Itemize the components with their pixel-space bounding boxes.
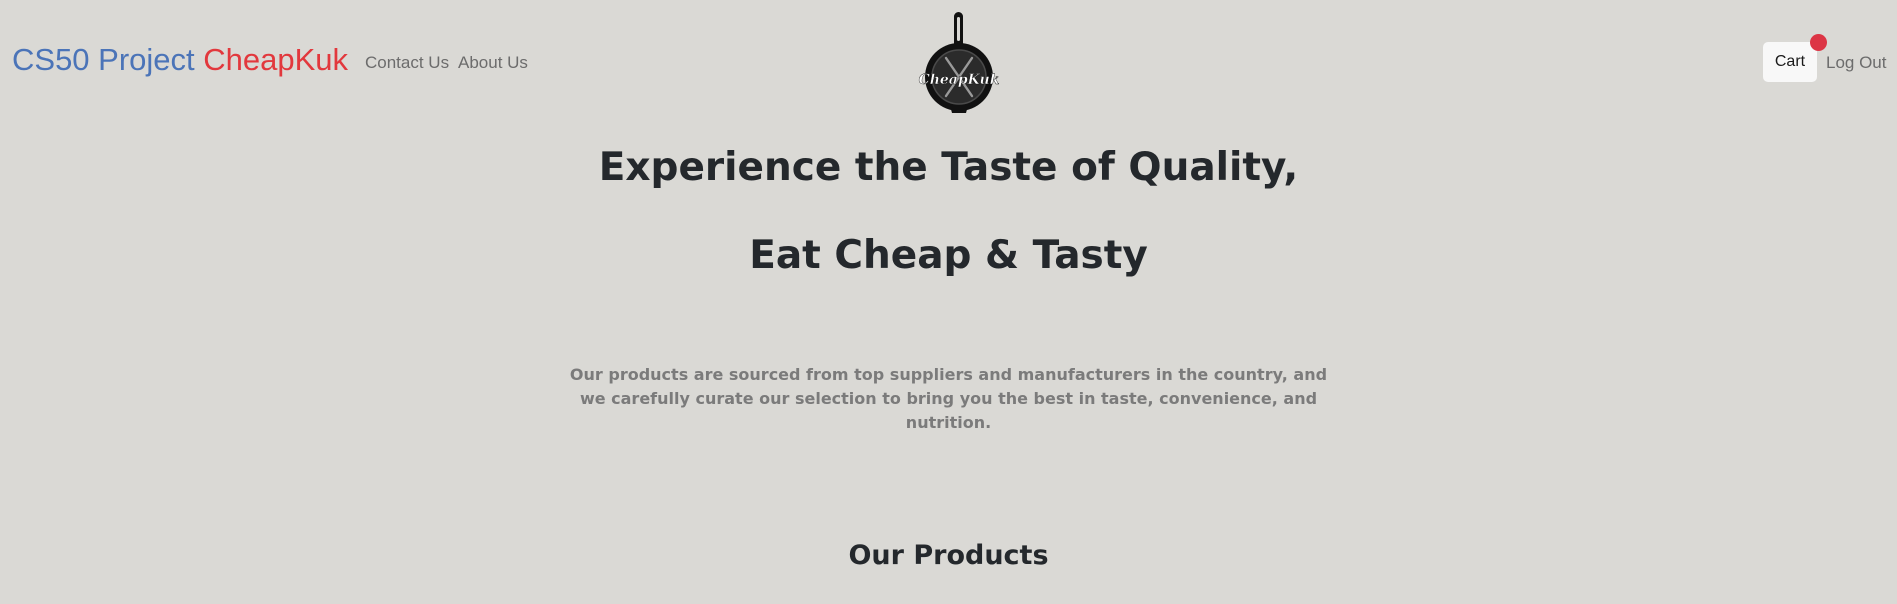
cart-notification-badge: [1810, 34, 1827, 51]
brand-link[interactable]: CS50 Project CheapKuk: [12, 40, 348, 80]
logout-link[interactable]: Log Out: [1826, 52, 1887, 74]
hero-tagline: Our products are sourced from top suppli…: [569, 365, 1328, 432]
frying-pan-logo-icon[interactable]: CheapKuk: [918, 8, 1000, 116]
nav-link-contact-us[interactable]: Contact Us: [365, 52, 449, 74]
hero-heading-line1: Experience the Taste of Quality,: [598, 145, 1299, 190]
hero-heading-line2: Eat Cheap & Tasty: [749, 233, 1148, 278]
nav-link-about-us[interactable]: About Us: [458, 52, 528, 74]
brand-name-part1: CS50 Project: [12, 42, 195, 77]
logo-text: CheapKuk: [919, 72, 1000, 88]
products-section-title: Our Products: [848, 540, 1049, 571]
brand-name-part2: CheapKuk: [203, 42, 349, 77]
navbar: CS50 Project CheapKuk Contact Us About U…: [0, 0, 1897, 124]
cart-button[interactable]: Cart: [1763, 42, 1817, 82]
